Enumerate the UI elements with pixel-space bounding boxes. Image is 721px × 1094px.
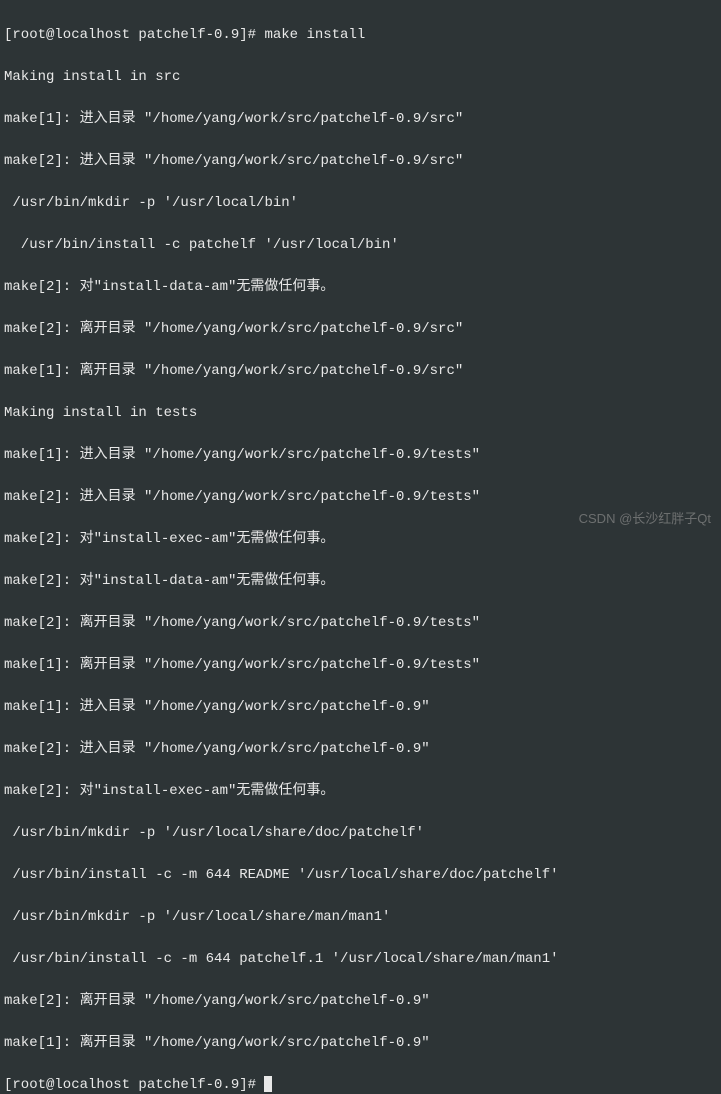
terminal-line: /usr/bin/install -c -m 644 patchelf.1 '/… <box>4 949 717 970</box>
terminal-line: Making install in src <box>4 67 717 88</box>
terminal-line: Making install in tests <box>4 403 717 424</box>
terminal-line: make[2]: 对"install-exec-am"无需做任何事。 <box>4 781 717 802</box>
terminal-line: make[1]: 离开目录 "/home/yang/work/src/patch… <box>4 655 717 676</box>
terminal-line: make[1]: 进入目录 "/home/yang/work/src/patch… <box>4 109 717 130</box>
terminal-line: make[1]: 离开目录 "/home/yang/work/src/patch… <box>4 1033 717 1054</box>
terminal-prompt: [root@localhost patchelf-0.9]# <box>4 1077 264 1093</box>
terminal-line: make[2]: 进入目录 "/home/yang/work/src/patch… <box>4 151 717 172</box>
terminal-line: make[1]: 离开目录 "/home/yang/work/src/patch… <box>4 361 717 382</box>
watermark-text: CSDN @长沙红胖子Qt <box>579 508 711 529</box>
terminal-line: make[2]: 离开目录 "/home/yang/work/src/patch… <box>4 991 717 1012</box>
terminal-line: /usr/bin/install -c -m 644 README '/usr/… <box>4 865 717 886</box>
terminal-line: make[2]: 离开目录 "/home/yang/work/src/patch… <box>4 613 717 634</box>
terminal-line: make[2]: 对"install-data-am"无需做任何事。 <box>4 277 717 298</box>
terminal-output[interactable]: [root@localhost patchelf-0.9]# make inst… <box>4 4 717 1094</box>
terminal-line: make[2]: 进入目录 "/home/yang/work/src/patch… <box>4 487 717 508</box>
terminal-line: /usr/bin/mkdir -p '/usr/local/bin' <box>4 193 717 214</box>
terminal-line: /usr/bin/install -c patchelf '/usr/local… <box>4 235 717 256</box>
terminal-line: /usr/bin/mkdir -p '/usr/local/share/doc/… <box>4 823 717 844</box>
terminal-line: make[2]: 离开目录 "/home/yang/work/src/patch… <box>4 319 717 340</box>
terminal-prompt-line: [root@localhost patchelf-0.9]# <box>4 1075 717 1094</box>
terminal-line: [root@localhost patchelf-0.9]# make inst… <box>4 25 717 46</box>
terminal-line: make[2]: 进入目录 "/home/yang/work/src/patch… <box>4 739 717 760</box>
terminal-line: /usr/bin/mkdir -p '/usr/local/share/man/… <box>4 907 717 928</box>
terminal-line: make[1]: 进入目录 "/home/yang/work/src/patch… <box>4 697 717 718</box>
cursor-icon <box>264 1076 272 1092</box>
terminal-line: make[1]: 进入目录 "/home/yang/work/src/patch… <box>4 445 717 466</box>
terminal-line: make[2]: 对"install-data-am"无需做任何事。 <box>4 571 717 592</box>
